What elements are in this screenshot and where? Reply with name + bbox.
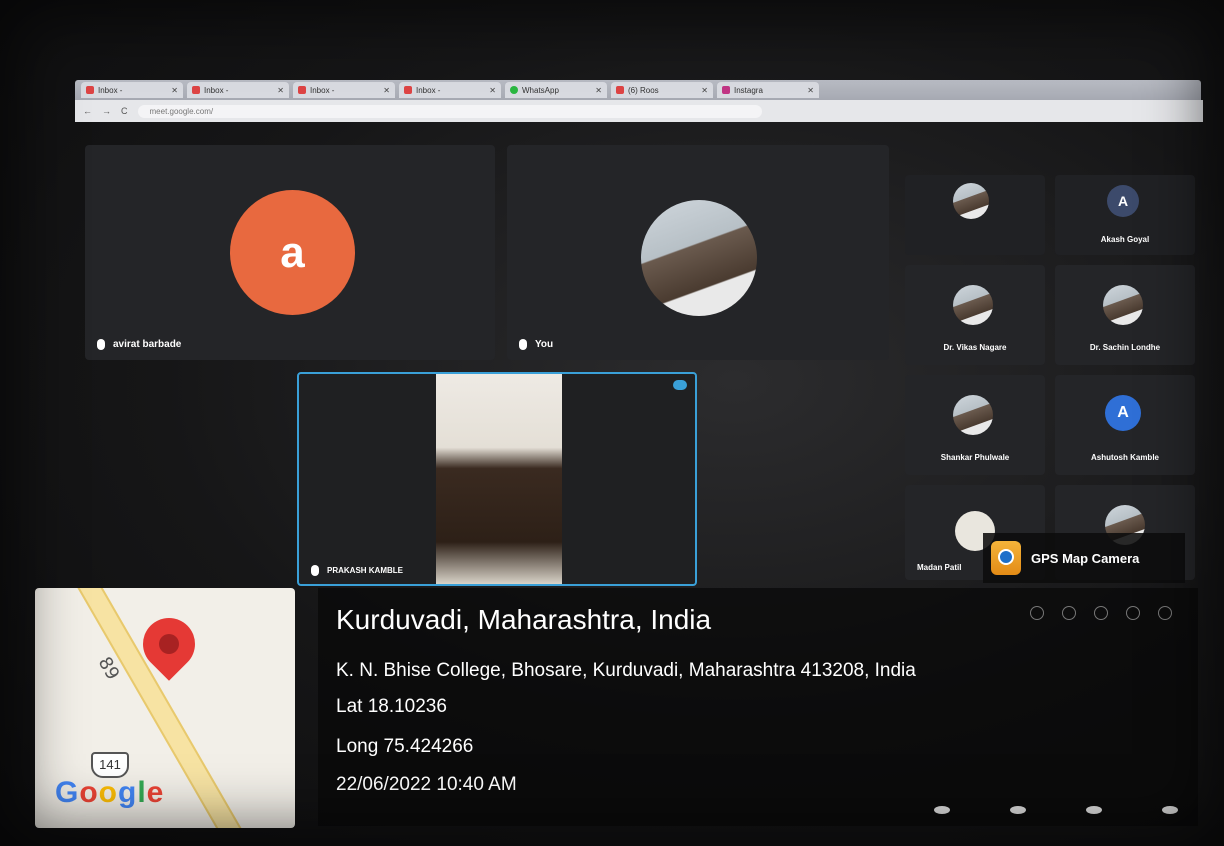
gmail-icon — [298, 86, 306, 94]
close-icon[interactable]: ✕ — [807, 86, 814, 95]
tab-label: Inbox - — [98, 85, 123, 95]
tab-label: Inbox - — [310, 85, 335, 95]
location-address: K. N. Bhise College, Bhosare, Kurduvadi,… — [336, 660, 916, 681]
participant-tile-sachin[interactable]: Dr. Sachin Londhe — [1055, 265, 1195, 365]
people-icon — [1062, 606, 1076, 620]
whatsapp-icon — [510, 86, 518, 94]
participant-name: You — [535, 339, 554, 350]
tab-label: Instagra — [734, 85, 763, 95]
tab-label: Inbox - — [204, 85, 229, 95]
participant-tile-vikas[interactable]: Dr. Vikas Nagare — [905, 265, 1045, 365]
app-name: GPS Map Camera — [1031, 550, 1140, 566]
present-icon — [1086, 806, 1102, 814]
avatar: A — [1105, 395, 1141, 431]
avatar — [1103, 285, 1143, 325]
latitude: Lat 18.10236 — [336, 696, 447, 717]
avatar — [641, 200, 757, 316]
browser-tab[interactable]: Inbox - ✕ — [399, 82, 501, 98]
participant-name: avirat barbade — [113, 339, 182, 350]
tab-label: (6) Roos — [628, 85, 659, 95]
hangup-icon — [1162, 806, 1178, 814]
browser-tab[interactable]: (6) Roos ✕ — [611, 82, 713, 98]
instagram-icon — [722, 86, 730, 94]
speaking-indicator-icon — [673, 380, 687, 390]
lock-icon — [1158, 606, 1172, 620]
browser-tab[interactable]: Inbox - ✕ — [187, 82, 289, 98]
google-logo: Google — [55, 776, 165, 809]
info-icon — [1030, 606, 1044, 620]
browser-tab-bar: Inbox - ✕ Inbox - ✕ Inbox - ✕ Inbox - ✕ … — [75, 80, 1201, 100]
participant-name: Akash Goyal — [1100, 235, 1150, 244]
participant-name: Dr. Vikas Nagare — [943, 343, 1007, 352]
photo-of-screen: Inbox - ✕ Inbox - ✕ Inbox - ✕ Inbox - ✕ … — [0, 0, 1224, 846]
gps-app-tag: GPS Map Camera — [983, 533, 1185, 583]
participant-tile[interactable] — [905, 175, 1045, 255]
reload-icon[interactable]: C — [121, 106, 128, 116]
longitude: Long 75.424266 — [336, 736, 474, 757]
back-icon[interactable]: ← — [83, 106, 92, 116]
location-info-box: Kurduvadi, Maharashtra, India K. N. Bhis… — [318, 588, 1198, 826]
activities-icon — [1126, 606, 1140, 620]
participant-tile-shankar[interactable]: Shankar Phulwale — [905, 375, 1045, 475]
participant-tile-avirat[interactable]: a avirat barbade — [85, 145, 495, 360]
camera-icon — [1010, 806, 1026, 814]
close-icon[interactable]: ✕ — [701, 86, 708, 95]
meet-controls-faint — [934, 806, 1178, 814]
participant-tile-you[interactable]: You — [507, 145, 889, 360]
highway-shield: 141 — [91, 752, 129, 778]
gmail-icon — [86, 86, 94, 94]
participant-name: Dr. Sachin Londhe — [1089, 343, 1161, 352]
forward-icon[interactable]: → — [102, 106, 111, 116]
pinned-video-tile[interactable]: PRAKASH KAMBLE — [297, 372, 697, 586]
meet-toolbar-faint — [1030, 606, 1172, 620]
close-icon[interactable]: ✕ — [171, 86, 178, 95]
avatar: a — [230, 190, 355, 315]
chat-icon — [1094, 606, 1108, 620]
location-title: Kurduvadi, Maharashtra, India — [336, 604, 712, 635]
participant-video — [436, 374, 562, 584]
browser-tab[interactable]: Inbox - ✕ — [293, 82, 395, 98]
gps-map-camera-icon — [991, 541, 1021, 575]
participant-name: Ashutosh Kamble — [1090, 453, 1159, 462]
mic-off-icon — [97, 339, 105, 350]
tab-label: Inbox - — [416, 85, 441, 95]
close-icon[interactable]: ✕ — [383, 86, 390, 95]
gmail-icon — [192, 86, 200, 94]
close-icon[interactable]: ✕ — [489, 86, 496, 95]
close-icon[interactable]: ✕ — [277, 86, 284, 95]
browser-tab[interactable]: Instagra ✕ — [717, 82, 819, 98]
address-bar: ← → C meet.google.com/ — [75, 100, 1203, 122]
timestamp: 22/06/2022 10:40 AM — [336, 774, 517, 795]
mic-icon — [934, 806, 950, 814]
avatar — [953, 395, 993, 435]
participant-tile-ashutosh[interactable]: A Ashutosh Kamble — [1055, 375, 1195, 475]
avatar — [953, 183, 989, 219]
browser-tab[interactable]: WhatsApp ✕ — [505, 82, 607, 98]
map-thumbnail: 89 141 Google — [35, 588, 295, 828]
tab-label: WhatsApp — [522, 85, 559, 95]
gmail-icon — [404, 86, 412, 94]
mic-off-icon — [311, 565, 319, 576]
youtube-icon — [616, 86, 624, 94]
close-icon[interactable]: ✕ — [595, 86, 602, 95]
participant-name: Shankar Phulwale — [940, 453, 1010, 462]
avatar: A — [1107, 185, 1139, 217]
url-field[interactable]: meet.google.com/ — [137, 104, 762, 118]
participant-tile-akash[interactable]: A Akash Goyal — [1055, 175, 1195, 255]
avatar — [953, 285, 993, 325]
participant-name: PRAKASH KAMBLE — [327, 566, 403, 575]
mic-off-icon — [519, 339, 527, 350]
browser-tab[interactable]: Inbox - ✕ — [81, 82, 183, 98]
